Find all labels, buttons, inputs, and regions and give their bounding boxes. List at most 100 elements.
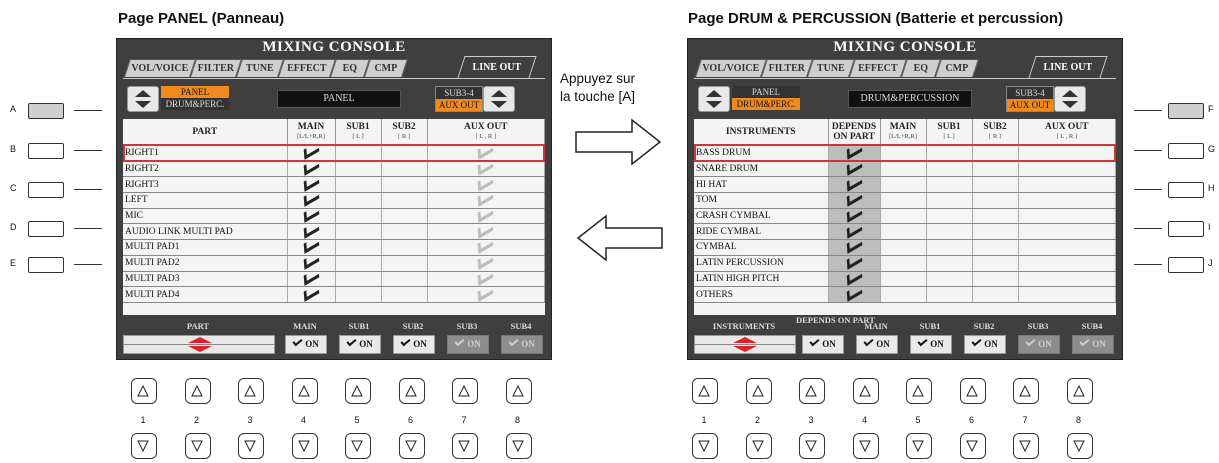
check-cell[interactable] [926,271,973,288]
up-button-6[interactable] [959,378,986,404]
check-cell[interactable] [381,192,428,209]
side-button-i[interactable] [1168,221,1204,237]
side-button-a[interactable] [28,103,64,119]
part-selector-slider[interactable] [123,335,275,354]
down-button-4[interactable] [852,433,879,459]
check-cell[interactable] [335,239,382,256]
check-cell[interactable] [880,255,927,272]
sub-selector[interactable]: SUB3-4 AUX OUT [1006,86,1054,112]
check-cell[interactable] [287,145,336,162]
check-cell[interactable] [287,223,336,241]
side-button-j[interactable] [1168,257,1204,273]
table-row[interactable]: LATIN HIGH PITCH [694,271,1116,288]
check-cell[interactable] [427,239,545,256]
check-cell[interactable] [828,192,881,209]
check-cell[interactable] [335,208,382,225]
table-row[interactable]: LATIN PERCUSSION [694,255,1116,272]
check-cell[interactable] [427,176,545,194]
check-cell[interactable] [287,208,336,225]
table-row[interactable]: MULTI PAD4 [123,286,545,303]
table-row[interactable]: CYMBAL [694,239,1116,256]
check-cell[interactable] [972,223,1019,241]
table-row[interactable]: RIGHT3 [123,176,545,194]
table-row[interactable]: SNARE DRUM [694,161,1116,178]
check-cell[interactable] [1018,223,1116,241]
check-cell[interactable] [880,208,927,225]
down-button-7[interactable] [1013,433,1039,459]
down-button-5[interactable] [345,433,371,459]
check-cell[interactable] [828,161,881,178]
tab-vol-voice[interactable]: VOL/VOICE [124,59,196,77]
check-cell[interactable] [335,286,382,303]
check-cell[interactable] [427,223,545,241]
check-cell[interactable] [828,271,881,288]
check-cell[interactable] [427,286,545,303]
check-cell[interactable] [287,286,336,303]
check-cell[interactable] [880,192,927,209]
check-cell[interactable] [828,145,881,162]
table-row[interactable]: BASS DRUM [694,145,1116,162]
side-button-d[interactable] [28,221,64,237]
check-cell[interactable] [427,208,545,225]
down-button-6[interactable] [398,433,425,459]
check-cell[interactable] [381,239,428,256]
up-button-3[interactable] [238,378,264,404]
check-cell[interactable] [1018,208,1116,225]
check-cell[interactable] [972,286,1019,303]
table-row[interactable]: LEFT [123,192,545,209]
page-updown-button[interactable] [698,86,730,112]
check-cell[interactable] [972,145,1019,162]
table-row[interactable]: OTHERS [694,286,1116,303]
tab-effect[interactable]: EFFECT [849,59,907,77]
side-button-e[interactable] [28,257,64,273]
page-selector[interactable]: PANEL DRUM&PERC. [161,86,229,110]
tab-line-out[interactable]: LINE OUT [1028,56,1108,78]
check-cell[interactable] [381,223,428,241]
table-row[interactable]: RIDE CYMBAL [694,223,1116,241]
on-button-3[interactable]: ON [964,335,1006,354]
check-cell[interactable] [972,239,1019,256]
check-cell[interactable] [926,286,973,303]
down-button-6[interactable] [959,433,986,459]
tab-line-out[interactable]: LINE OUT [457,56,537,78]
check-cell[interactable] [828,286,881,303]
side-button-c[interactable] [28,182,64,198]
tab-filter[interactable]: FILTER [761,59,813,77]
table-row[interactable]: MULTI PAD1 [123,239,545,256]
check-cell[interactable] [1018,255,1116,272]
up-button-1[interactable] [131,378,157,404]
up-button-4[interactable] [852,378,879,404]
check-cell[interactable] [381,271,428,288]
side-button-h[interactable] [1168,182,1204,198]
check-cell[interactable] [335,271,382,288]
check-cell[interactable] [335,145,382,162]
down-button-4[interactable] [291,433,318,459]
tab-cmp[interactable]: CMP [935,59,979,77]
down-button-1[interactable] [131,433,157,459]
down-button-8[interactable] [505,433,532,459]
check-cell[interactable] [926,176,973,194]
up-button-7[interactable] [1013,378,1039,404]
table-row[interactable]: RIGHT1 [123,145,545,162]
tab-filter[interactable]: FILTER [190,59,242,77]
check-cell[interactable] [926,255,973,272]
check-cell[interactable] [880,161,927,178]
check-cell[interactable] [972,271,1019,288]
check-cell[interactable] [1018,286,1116,303]
up-button-5[interactable] [345,378,371,404]
table-row[interactable]: MULTI PAD2 [123,255,545,272]
check-cell[interactable] [972,176,1019,194]
check-cell[interactable] [926,239,973,256]
page-updown-button[interactable] [127,86,159,112]
check-cell[interactable] [828,255,881,272]
up-button-8[interactable] [505,378,532,404]
check-cell[interactable] [880,286,927,303]
side-button-f[interactable] [1168,103,1204,119]
on-button-3[interactable]: ON [447,335,489,354]
check-cell[interactable] [381,161,428,178]
check-cell[interactable] [427,145,545,162]
check-cell[interactable] [287,255,336,272]
check-cell[interactable] [972,208,1019,225]
up-button-7[interactable] [452,378,478,404]
up-button-5[interactable] [906,378,932,404]
